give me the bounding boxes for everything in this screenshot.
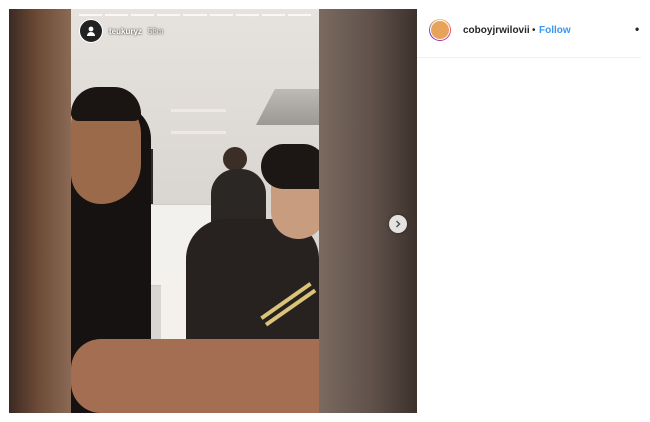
person-right-hair [261, 144, 319, 189]
profile-avatar[interactable] [429, 19, 451, 41]
blurred-background-right [319, 9, 417, 413]
separator-dot: • [532, 25, 536, 36]
person-left-hair [71, 87, 141, 121]
chevron-right-icon [395, 220, 401, 228]
next-slide-button[interactable] [389, 215, 407, 233]
story-username[interactable]: teukuryz [109, 27, 142, 36]
story-video[interactable]: teukuryz 58m [71, 9, 319, 413]
post-header: coboyjrwilovii • Follow • [417, 9, 641, 58]
kitchen-shelf [171, 109, 226, 112]
background-person-head [223, 147, 247, 171]
story-progress-bar [79, 14, 311, 16]
avatar-silhouette-icon [87, 26, 95, 36]
story-avatar[interactable] [79, 19, 103, 43]
blurred-background-left [9, 9, 71, 413]
person-left-arm [71, 339, 319, 413]
more-options-icon[interactable]: • [635, 22, 639, 36]
follow-button[interactable]: Follow [539, 25, 571, 36]
story-timestamp: 58m [147, 26, 164, 36]
story-header: teukuryz 58m [79, 19, 163, 43]
avatar-image [430, 20, 450, 40]
post-username[interactable]: coboyjrwilovii [463, 25, 530, 36]
post-media[interactable]: teukuryz 58m [9, 9, 417, 413]
